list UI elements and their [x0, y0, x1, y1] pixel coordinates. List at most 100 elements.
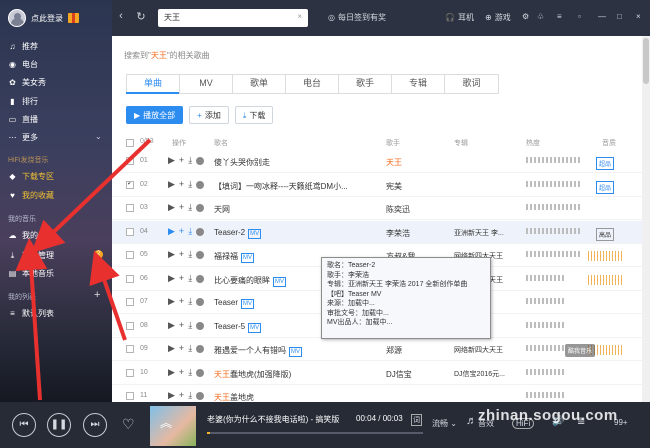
sidebar-item-ranking[interactable]: ▮ 排行 [8, 96, 38, 107]
artist-name[interactable]: DJ信宝 [386, 369, 446, 380]
song-title[interactable]: Teaser-2 MV [214, 228, 364, 239]
download-icon[interactable]: ⤓ [188, 273, 192, 284]
play-icon[interactable]: ▶ [168, 179, 175, 190]
row-checkbox[interactable] [126, 274, 134, 283]
skin-icon[interactable]: ♧ [537, 12, 544, 21]
progress-bar[interactable] [207, 432, 423, 434]
add-icon[interactable]: + [179, 179, 184, 190]
song-title[interactable]: 傻丫头哭你别走 [214, 157, 364, 168]
song-title[interactable]: 天王蠢地虎(加强降版) [214, 369, 364, 380]
artist-name[interactable]: 天王 [386, 157, 446, 168]
sidebar-item-favorites[interactable]: ♥ 我的收藏 [8, 190, 54, 201]
mv-badge[interactable]: MV [248, 228, 262, 239]
add-icon[interactable]: + [179, 343, 184, 354]
play-icon[interactable]: ▶ [168, 296, 175, 307]
artist-name[interactable]: 宪美 [386, 181, 446, 192]
row-checkbox[interactable] [126, 298, 134, 306]
download-icon[interactable]: ⤓ [188, 226, 192, 237]
scrollbar[interactable] [642, 36, 650, 402]
download-icon[interactable]: ⤓ [188, 249, 192, 260]
col-song[interactable]: 歌名 [214, 138, 228, 148]
sidebar-item-show[interactable]: ✿ 美女秀 [8, 77, 46, 88]
mv-badge[interactable]: MV [273, 276, 286, 287]
mv-badge[interactable]: MV [241, 299, 255, 309]
more-icon[interactable] [196, 392, 205, 400]
earphone-button[interactable]: 🎧 耳机 [445, 12, 474, 23]
album-name[interactable]: DJ信宝2016元... [454, 369, 522, 379]
row-checkbox[interactable] [126, 157, 134, 165]
avatar[interactable] [8, 9, 26, 27]
chevron-down-icon[interactable]: ⌄ [95, 132, 102, 141]
sidebar-item-download-manager[interactable]: ⤓ 下载管理 [8, 250, 54, 261]
search-input[interactable]: 天王 × [158, 9, 308, 27]
artist-name[interactable]: 郑源 [386, 345, 446, 356]
row-checkbox[interactable] [126, 345, 134, 353]
table-row[interactable]: 10 ▶ + ⤓ 天王蠢地虎(加强降版) DJ信宝 DJ信宝2016元... [112, 362, 642, 385]
col-heat[interactable]: 热度 [526, 138, 540, 148]
play-icon[interactable]: ▶ [168, 273, 175, 284]
table-row[interactable]: 04 ▶ + ⤓ Teaser-2 MV 李荣浩 亚洲新天王 李... 高品 [112, 220, 642, 244]
mini-mode-icon[interactable]: ▫ [578, 12, 581, 21]
gift-icon[interactable] [68, 13, 79, 23]
download-icon[interactable]: ⤓ [188, 343, 192, 354]
select-all-checkbox[interactable] [126, 139, 134, 147]
add-icon[interactable]: + [179, 273, 184, 284]
login-link[interactable]: 点此登录 [31, 13, 63, 24]
artist-name[interactable]: 陈奕迅 [386, 204, 446, 215]
add-icon[interactable]: + [179, 367, 184, 378]
song-title[interactable]: 雅遇爱一个人有错吗 MV [214, 345, 364, 357]
row-checkbox[interactable] [126, 227, 134, 236]
table-row[interactable]: 09 ▶ + ⤓ 雅遇爱一个人有错吗 MV 郑源 网络新四大天王 [112, 338, 642, 361]
row-checkbox[interactable] [126, 368, 134, 377]
add-icon[interactable]: + [179, 155, 184, 166]
download-icon[interactable]: ⤓ [188, 296, 192, 307]
mv-badge[interactable]: MV [248, 322, 262, 333]
play-icon[interactable]: ▶ [168, 343, 175, 354]
add-icon[interactable]: + [179, 226, 184, 237]
table-row[interactable]: 11 ▶ + ⤓ 天王盖地虎 [112, 385, 642, 402]
refresh-icon[interactable]: ↻ [134, 10, 148, 23]
clear-search-icon[interactable]: × [297, 12, 302, 21]
play-icon[interactable]: ▶ [168, 202, 175, 213]
play-mode-icon[interactable]: ♬ [466, 415, 477, 427]
tab-albums[interactable]: 专辑 [392, 75, 445, 93]
more-icon[interactable] [196, 251, 205, 259]
pause-button[interactable]: ❚❚ [47, 413, 71, 437]
tab-songs[interactable]: 单曲 [127, 75, 180, 93]
more-icon[interactable] [196, 368, 205, 377]
download-button[interactable]: ⤓ 下载 [234, 106, 274, 124]
row-checkbox[interactable] [126, 392, 134, 400]
add-icon[interactable]: + [179, 320, 184, 331]
settings-icon[interactable]: ⚙ [522, 12, 529, 21]
download-icon[interactable]: ⤓ [188, 179, 192, 190]
download-icon[interactable]: ⤓ [188, 367, 192, 378]
sidebar-item-default-list[interactable]: ≡ 默认列表 [8, 308, 54, 319]
song-title[interactable]: 【填词】一吻冰释----天籁纸鸢DM小... [214, 181, 364, 192]
sidebar-item-download-zone[interactable]: ◆ 下载专区 [8, 171, 54, 182]
close-icon[interactable]: × [636, 12, 641, 21]
download-icon[interactable]: ⤓ [188, 155, 192, 166]
add-icon[interactable]: + [179, 202, 184, 213]
add-list-icon[interactable]: + [94, 289, 100, 301]
expand-icon[interactable]: ︽ [160, 414, 172, 431]
tab-lyrics[interactable]: 歌词 [445, 75, 498, 93]
song-title[interactable]: 天王盖地虎 [214, 392, 364, 402]
sidebar-item-recommend[interactable]: ♫ 推荐 [8, 41, 39, 52]
sidebar-item-local-music[interactable]: ▤ 本地音乐 [8, 268, 54, 279]
sidebar-item-live[interactable]: ▭ 直播 [8, 114, 38, 125]
row-checkbox[interactable] [126, 180, 134, 189]
col-album[interactable]: 专辑 [454, 138, 468, 148]
download-icon[interactable]: ⤓ [188, 390, 192, 401]
menu-icon[interactable]: ≡ [557, 12, 562, 21]
more-icon[interactable] [196, 227, 205, 236]
row-checkbox[interactable] [126, 204, 134, 212]
previous-button[interactable]: ⏮ [12, 413, 36, 437]
back-icon[interactable]: ‹ [114, 10, 128, 22]
tab-radio[interactable]: 电台 [286, 75, 339, 93]
play-icon[interactable]: ▶ [168, 390, 175, 401]
play-icon[interactable]: ▶ [168, 367, 175, 378]
more-icon[interactable] [196, 274, 205, 283]
more-icon[interactable] [196, 298, 205, 306]
album-name[interactable]: 亚洲新天王 李... [454, 228, 522, 238]
quality-select[interactable]: 流畅 ⌄ [432, 418, 457, 429]
